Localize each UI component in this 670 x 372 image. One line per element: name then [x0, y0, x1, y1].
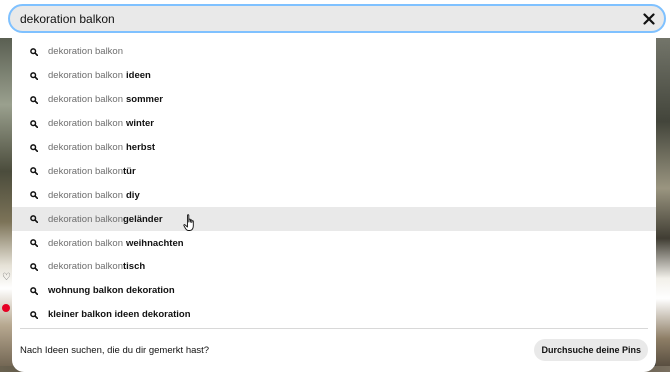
clear-search-button[interactable]	[638, 8, 660, 30]
suggestion-completion-text: geländer	[123, 213, 163, 225]
search-icon	[30, 263, 38, 271]
suggestion-typed-text: dekoration balkon	[48, 213, 123, 225]
search-suggestion-item[interactable]: dekoration balkon winter	[12, 112, 656, 136]
suggestion-typed-text: dekoration balkon	[48, 70, 123, 82]
pin-indicator-icon	[2, 304, 10, 312]
search-suggestions-dropdown: dekoration balkon dekoration balkon ideen d…	[12, 38, 656, 372]
suggestion-completion-text: winter	[126, 118, 154, 130]
suggestion-completion-text: sommer	[126, 94, 163, 106]
search-suggestion-item[interactable]: dekoration balkon sommer	[12, 88, 656, 112]
suggestion-completion-text: kleiner balkon ideen dekoration	[48, 309, 191, 321]
suggestion-completion-text: ideen	[126, 70, 151, 82]
hand-cursor-icon	[183, 214, 194, 231]
search-icon	[30, 71, 38, 80]
search-icon	[30, 95, 38, 104]
search-icon	[30, 287, 38, 295]
divider	[20, 328, 648, 329]
search-input[interactable]	[10, 5, 638, 32]
search-icon	[30, 239, 38, 248]
suggestion-completion-text: weihnachten	[126, 237, 184, 249]
search-suggestion-item[interactable]: dekoration balkon herbst	[12, 136, 656, 160]
suggestion-typed-text: dekoration balkon	[48, 189, 123, 201]
search-suggestion-item[interactable]: dekoration balkon geländer	[12, 207, 656, 232]
search-bar	[8, 4, 666, 33]
suggestion-typed-text: dekoration balkon	[48, 237, 123, 249]
suggestion-typed-text: dekoration balkon	[48, 261, 123, 273]
search-suggestion-item[interactable]: wohnung balkon dekoration	[12, 279, 656, 303]
search-icon	[30, 215, 38, 224]
heart-icon: ♡	[2, 272, 11, 283]
suggestion-completion-text: wohnung balkon dekoration	[48, 285, 175, 297]
suggestion-typed-text: dekoration balkon	[48, 165, 123, 177]
suggestion-typed-text: dekoration balkon	[48, 94, 123, 106]
search-suggestion-item[interactable]: dekoration balkon diy	[12, 183, 656, 207]
search-suggestion-item[interactable]: dekoration balkon weihnachten	[12, 231, 656, 255]
suggestion-completion-text: tisch	[123, 261, 146, 273]
suggestion-completion-text: tür	[123, 165, 136, 177]
close-icon	[643, 12, 655, 25]
search-suggestion-item[interactable]: dekoration balkon	[12, 40, 656, 64]
search-icon	[30, 191, 38, 200]
search-suggestion-item[interactable]: dekoration balkon ideen	[12, 64, 656, 88]
suggestion-typed-text: dekoration balkon	[48, 142, 123, 153]
suggestion-list: dekoration balkon dekoration balkon ideen d…	[12, 40, 656, 327]
saved-ideas-prompt: Nach Ideen suchen, die du dir gemerkt ha…	[20, 345, 210, 356]
search-icon	[30, 310, 38, 319]
suggestion-completion-text: diy	[126, 189, 140, 201]
suggestion-typed-text: dekoration balkon	[48, 118, 123, 130]
search-icon	[30, 143, 38, 152]
suggestion-typed-text: dekoration balkon	[48, 46, 123, 58]
search-suggestion-item[interactable]: dekoration balkon tür	[12, 159, 656, 183]
background-pin-grid-right	[656, 38, 670, 372]
search-suggestion-item[interactable]: dekoration balkon tisch	[12, 255, 656, 279]
suggestion-completion-text: herbst	[126, 142, 156, 153]
search-suggestion-item[interactable]: kleiner balkon ideen dekoration	[12, 303, 656, 327]
search-your-pins-button[interactable]: Durchsuche deine Pins	[534, 339, 648, 361]
search-icon	[30, 167, 38, 176]
search-icon	[30, 119, 38, 128]
search-icon	[30, 48, 38, 56]
